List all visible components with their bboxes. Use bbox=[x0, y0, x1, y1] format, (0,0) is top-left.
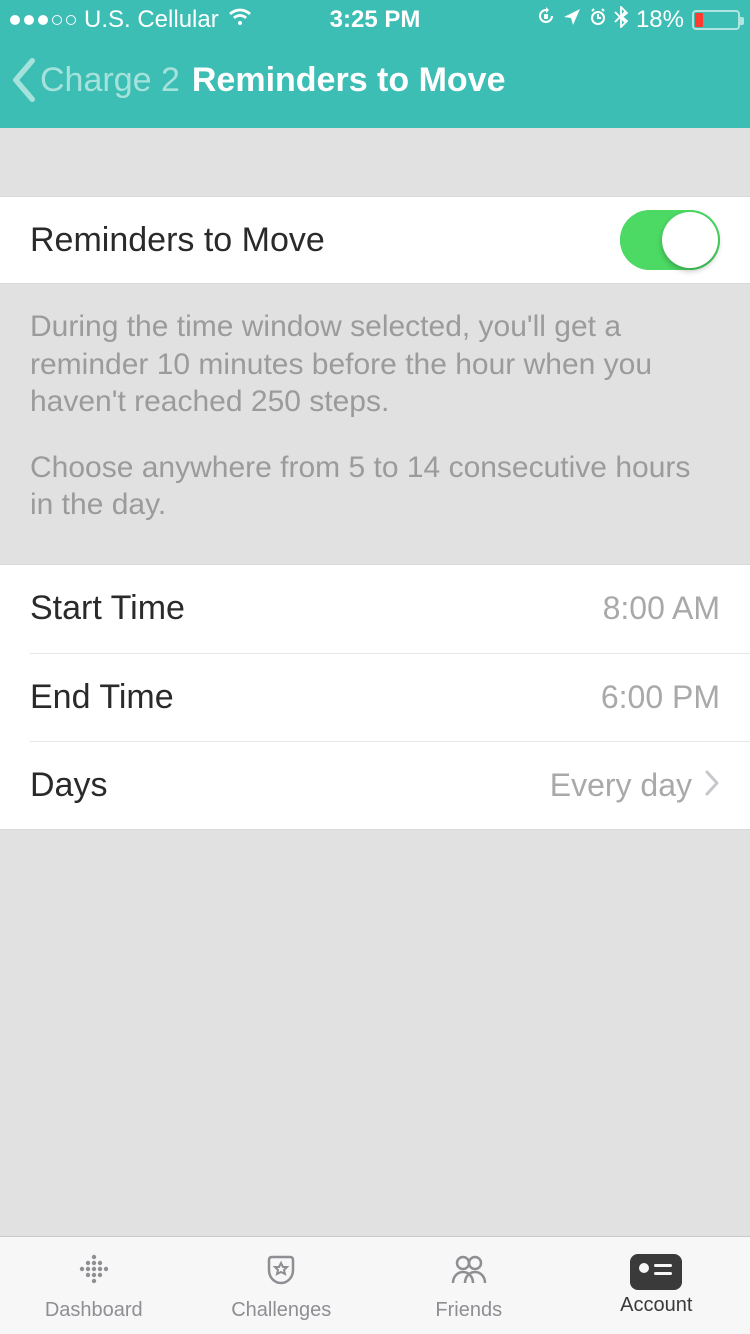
tab-challenges-label: Challenges bbox=[231, 1299, 331, 1322]
back-label: Charge 2 bbox=[40, 61, 180, 100]
page-title: Reminders to Move bbox=[192, 61, 506, 100]
wifi-icon bbox=[227, 6, 253, 34]
tab-friends[interactable]: Friends bbox=[375, 1237, 563, 1334]
tab-bar: Dashboard Challenges Friends Account bbox=[0, 1236, 750, 1334]
days-row[interactable]: Days Every day bbox=[30, 741, 750, 829]
end-time-label: End Time bbox=[30, 678, 174, 717]
chevron-left-icon bbox=[10, 58, 38, 102]
content-area: Reminders to Move During the time window… bbox=[0, 128, 750, 1236]
friends-icon bbox=[446, 1249, 492, 1295]
challenges-icon bbox=[258, 1249, 304, 1295]
tab-challenges[interactable]: Challenges bbox=[188, 1237, 376, 1334]
battery-percent-label: 18% bbox=[636, 6, 684, 34]
chevron-right-icon bbox=[704, 766, 720, 805]
days-label: Days bbox=[30, 766, 107, 805]
start-time-label: Start Time bbox=[30, 589, 185, 628]
back-button[interactable]: Charge 2 bbox=[10, 58, 180, 102]
location-icon bbox=[562, 6, 582, 34]
alarm-icon bbox=[588, 6, 608, 34]
dashboard-icon bbox=[71, 1249, 117, 1295]
end-time-value: 6:00 PM bbox=[601, 679, 720, 716]
description-text: During the time window selected, you'll … bbox=[0, 284, 750, 564]
tab-dashboard[interactable]: Dashboard bbox=[0, 1237, 188, 1334]
tab-account-label: Account bbox=[620, 1294, 692, 1317]
status-bar: U.S. Cellular 3:25 PM 18% bbox=[0, 0, 750, 40]
tab-account[interactable]: Account bbox=[563, 1237, 750, 1334]
reminders-toggle-row: Reminders to Move bbox=[0, 196, 750, 284]
reminders-toggle[interactable] bbox=[620, 210, 720, 270]
settings-group: Start Time 8:00 AM End Time 6:00 PM Days… bbox=[0, 564, 750, 830]
days-value: Every day bbox=[550, 767, 692, 804]
tab-dashboard-label: Dashboard bbox=[45, 1299, 143, 1322]
tab-friends-label: Friends bbox=[435, 1299, 502, 1322]
orientation-lock-icon bbox=[536, 6, 556, 34]
description-paragraph-2: Choose anywhere from 5 to 14 consecutive… bbox=[30, 449, 720, 524]
description-paragraph-1: During the time window selected, you'll … bbox=[30, 308, 720, 421]
battery-icon bbox=[692, 10, 740, 30]
bluetooth-icon bbox=[614, 6, 628, 35]
start-time-value: 8:00 AM bbox=[603, 590, 720, 627]
reminders-toggle-label: Reminders to Move bbox=[30, 221, 325, 260]
account-icon bbox=[630, 1254, 682, 1290]
carrier-label: U.S. Cellular bbox=[84, 6, 219, 34]
end-time-row[interactable]: End Time 6:00 PM bbox=[30, 653, 750, 741]
navigation-bar: Charge 2 Reminders to Move bbox=[0, 40, 750, 128]
start-time-row[interactable]: Start Time 8:00 AM bbox=[0, 565, 750, 653]
signal-strength-icon bbox=[10, 15, 76, 25]
